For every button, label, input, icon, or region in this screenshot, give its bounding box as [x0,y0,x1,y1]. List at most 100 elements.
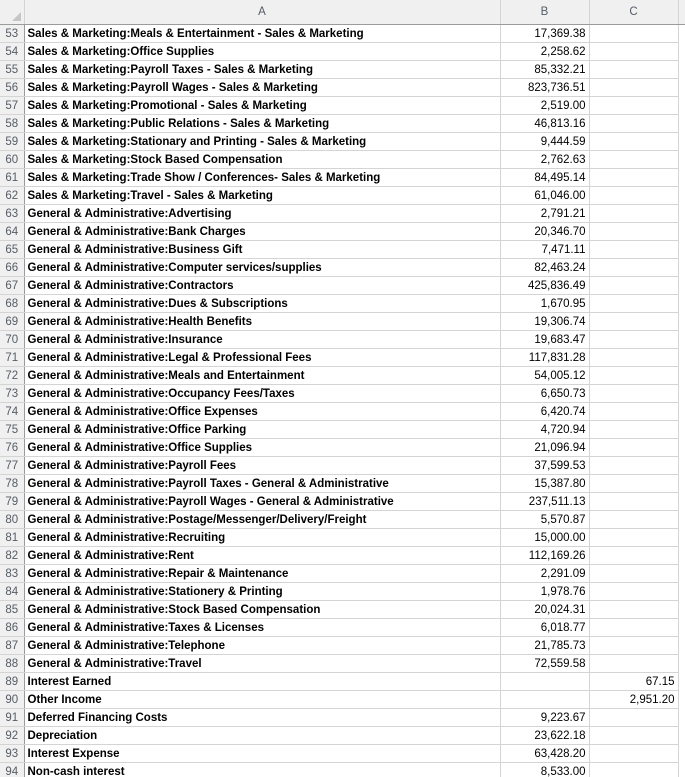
row-header[interactable]: 73 [0,384,25,403]
cell-column-c[interactable] [589,240,679,259]
row-header[interactable]: 61 [0,168,25,187]
cell-column-b[interactable]: 23,622.18 [500,726,590,745]
row-header[interactable]: 67 [0,276,25,295]
cell-column-b[interactable]: 2,519.00 [500,96,590,115]
cell-column-b[interactable]: 2,762.63 [500,150,590,169]
cell-column-c[interactable] [589,204,679,223]
cell-column-a[interactable]: Sales & Marketing:Meals & Entertainment … [24,24,501,43]
cell-column-c[interactable] [589,762,679,777]
row-header[interactable]: 85 [0,600,25,619]
cell-column-b[interactable]: 823,736.51 [500,78,590,97]
cell-column-a[interactable]: General & Administrative:Payroll Fees [24,456,501,475]
cell-column-c[interactable]: 2,951.20 [589,690,679,709]
cell-column-b[interactable] [500,672,590,691]
cell-column-b[interactable]: 237,511.13 [500,492,590,511]
row-header[interactable]: 90 [0,690,25,709]
row-header[interactable]: 63 [0,204,25,223]
cell-column-a[interactable]: General & Administrative:Stock Based Com… [24,600,501,619]
cell-column-c[interactable] [589,186,679,205]
cell-column-c[interactable] [589,384,679,403]
cell-column-a[interactable]: General & Administrative:Office Parking [24,420,501,439]
cell-column-a[interactable]: Sales & Marketing:Trade Show / Conferenc… [24,168,501,187]
cell-column-b[interactable]: 19,683.47 [500,330,590,349]
cell-column-c[interactable] [589,438,679,457]
row-header[interactable]: 74 [0,402,25,421]
cell-column-a[interactable]: General & Administrative:Payroll Taxes -… [24,474,501,493]
row-header[interactable]: 53 [0,24,25,43]
cell-column-a[interactable]: General & Administrative:Contractors [24,276,501,295]
cell-column-c[interactable] [589,474,679,493]
cell-column-a[interactable]: Interest Earned [24,672,501,691]
cell-column-b[interactable]: 15,000.00 [500,528,590,547]
cell-column-b[interactable]: 84,495.14 [500,168,590,187]
cell-column-c[interactable] [589,132,679,151]
cell-column-a[interactable]: General & Administrative:Telephone [24,636,501,655]
cell-column-b[interactable]: 6,650.73 [500,384,590,403]
select-all-corner-button[interactable] [0,0,25,25]
cell-column-c[interactable] [589,42,679,61]
cell-column-b[interactable]: 21,785.73 [500,636,590,655]
row-header[interactable]: 87 [0,636,25,655]
cell-column-c[interactable] [589,258,679,277]
cell-column-b[interactable]: 37,599.53 [500,456,590,475]
cell-column-c[interactable] [589,726,679,745]
cell-column-b[interactable]: 46,813.16 [500,114,590,133]
cell-column-a[interactable]: General & Administrative:Legal & Profess… [24,348,501,367]
cell-column-b[interactable] [500,690,590,709]
row-header[interactable]: 80 [0,510,25,529]
cell-column-c[interactable] [589,60,679,79]
cell-column-c[interactable] [589,168,679,187]
row-header[interactable]: 93 [0,744,25,763]
cell-column-a[interactable]: General & Administrative:Advertising [24,204,501,223]
cell-column-a[interactable]: Sales & Marketing:Office Supplies [24,42,501,61]
cell-column-c[interactable]: 67.15 [589,672,679,691]
row-header[interactable]: 89 [0,672,25,691]
cell-column-c[interactable] [589,618,679,637]
cell-column-a[interactable]: Other Income [24,690,501,709]
cell-column-a[interactable]: General & Administrative:Rent [24,546,501,565]
row-header[interactable]: 79 [0,492,25,511]
cell-column-a[interactable]: Sales & Marketing:Public Relations - Sal… [24,114,501,133]
cell-column-c[interactable] [589,402,679,421]
row-header[interactable]: 72 [0,366,25,385]
row-header[interactable]: 55 [0,60,25,79]
cell-column-a[interactable]: Non-cash interest [24,762,501,777]
cell-column-b[interactable]: 8,533.00 [500,762,590,777]
cell-column-a[interactable]: General & Administrative:Meals and Enter… [24,366,501,385]
cell-column-b[interactable]: 21,096.94 [500,438,590,457]
cell-column-a[interactable]: Interest Expense [24,744,501,763]
row-header[interactable]: 83 [0,564,25,583]
cell-column-b[interactable]: 72,559.58 [500,654,590,673]
row-header[interactable]: 88 [0,654,25,673]
row-header[interactable]: 58 [0,114,25,133]
cell-column-b[interactable]: 1,978.76 [500,582,590,601]
cell-column-c[interactable] [589,330,679,349]
cell-column-b[interactable]: 5,570.87 [500,510,590,529]
cell-column-b[interactable]: 19,306.74 [500,312,590,331]
cell-column-c[interactable] [589,294,679,313]
cell-column-b[interactable]: 1,670.95 [500,294,590,313]
row-header[interactable]: 64 [0,222,25,241]
cell-column-c[interactable] [589,78,679,97]
cell-column-a[interactable]: General & Administrative:Office Supplies [24,438,501,457]
cell-column-c[interactable] [589,744,679,763]
cell-column-b[interactable]: 17,369.38 [500,24,590,43]
row-header[interactable]: 77 [0,456,25,475]
cell-column-a[interactable]: Sales & Marketing:Travel - Sales & Marke… [24,186,501,205]
cell-column-b[interactable]: 117,831.28 [500,348,590,367]
cell-column-b[interactable]: 4,720.94 [500,420,590,439]
row-header[interactable]: 57 [0,96,25,115]
cell-column-c[interactable] [589,546,679,565]
cell-column-a[interactable]: General & Administrative:Insurance [24,330,501,349]
cell-column-a[interactable]: General & Administrative:Computer servic… [24,258,501,277]
cell-column-a[interactable]: General & Administrative:Stationery & Pr… [24,582,501,601]
cell-column-a[interactable]: General & Administrative:Taxes & License… [24,618,501,637]
cell-column-a[interactable]: Sales & Marketing:Payroll Taxes - Sales … [24,60,501,79]
cell-column-b[interactable]: 63,428.20 [500,744,590,763]
row-header[interactable]: 60 [0,150,25,169]
cell-column-c[interactable] [589,348,679,367]
row-header[interactable]: 78 [0,474,25,493]
cell-column-b[interactable]: 61,046.00 [500,186,590,205]
cell-column-b[interactable]: 9,444.59 [500,132,590,151]
row-header[interactable]: 65 [0,240,25,259]
